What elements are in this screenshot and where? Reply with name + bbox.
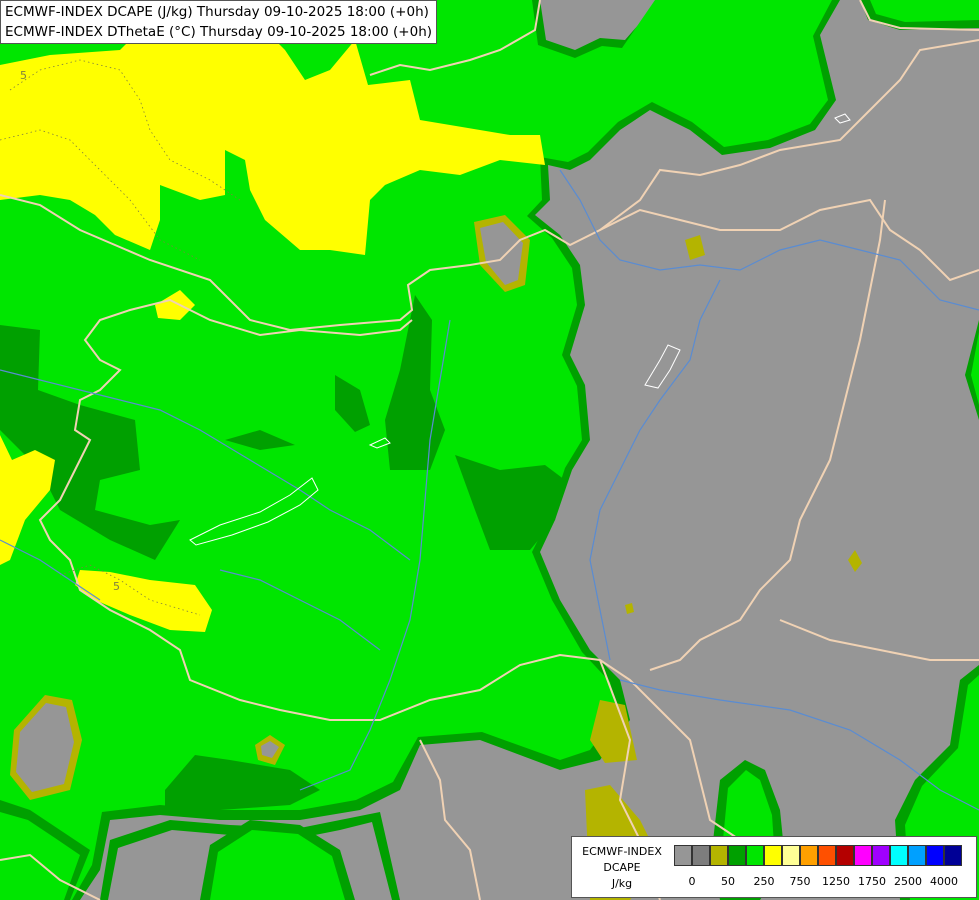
legend: ECMWF-INDEX DCAPE J/kg 0 50 250 750 1250 1750… [571, 836, 977, 898]
contour-label-sw: 5 [113, 580, 120, 593]
legend-unit: J/kg [611, 877, 633, 890]
legend-swatch [710, 845, 728, 866]
legend-swatch [926, 845, 944, 866]
legend-swatch [944, 845, 962, 866]
legend-tick-label: 2500 [894, 875, 922, 888]
legend-swatch [764, 845, 782, 866]
legend-swatch [908, 845, 926, 866]
legend-tick-label: 250 [753, 875, 775, 888]
legend-swatch [674, 845, 692, 866]
legend-tick-label: 1750 [858, 875, 886, 888]
legend-swatch [854, 845, 872, 866]
legend-swatch [836, 845, 854, 866]
legend-swatch [800, 845, 818, 866]
legend-model: ECMWF-INDEX [582, 845, 662, 858]
dcape-map[interactable]: 5 5 [0, 0, 979, 900]
legend-tick-label: 0 [688, 875, 696, 888]
legend-swatch [692, 845, 710, 866]
legend-tick-label: 1250 [822, 875, 850, 888]
legend-swatch [782, 845, 800, 866]
legend-swatch [890, 845, 908, 866]
map-canvas: 5 5 [0, 0, 979, 900]
legend-swatch [746, 845, 764, 866]
legend-swatch [728, 845, 746, 866]
contour-label-nw: 5 [20, 69, 27, 82]
map-title: ECMWF-INDEX DCAPE (J/kg) Thursday 09-10-… [0, 0, 438, 44]
title-line-dthetae: ECMWF-INDEX DThetaE (°C) Thursday 09-10-… [5, 24, 433, 40]
legend-tick-label: 4000 [930, 875, 958, 888]
title-line-dcape: ECMWF-INDEX DCAPE (J/kg) Thursday 09-10-… [5, 4, 429, 20]
legend-tick-label: 50 [721, 875, 735, 888]
legend-swatch [872, 845, 890, 866]
legend-tick-label: 750 [789, 875, 811, 888]
legend-swatch [818, 845, 836, 866]
legend-parameter: DCAPE [603, 861, 641, 874]
